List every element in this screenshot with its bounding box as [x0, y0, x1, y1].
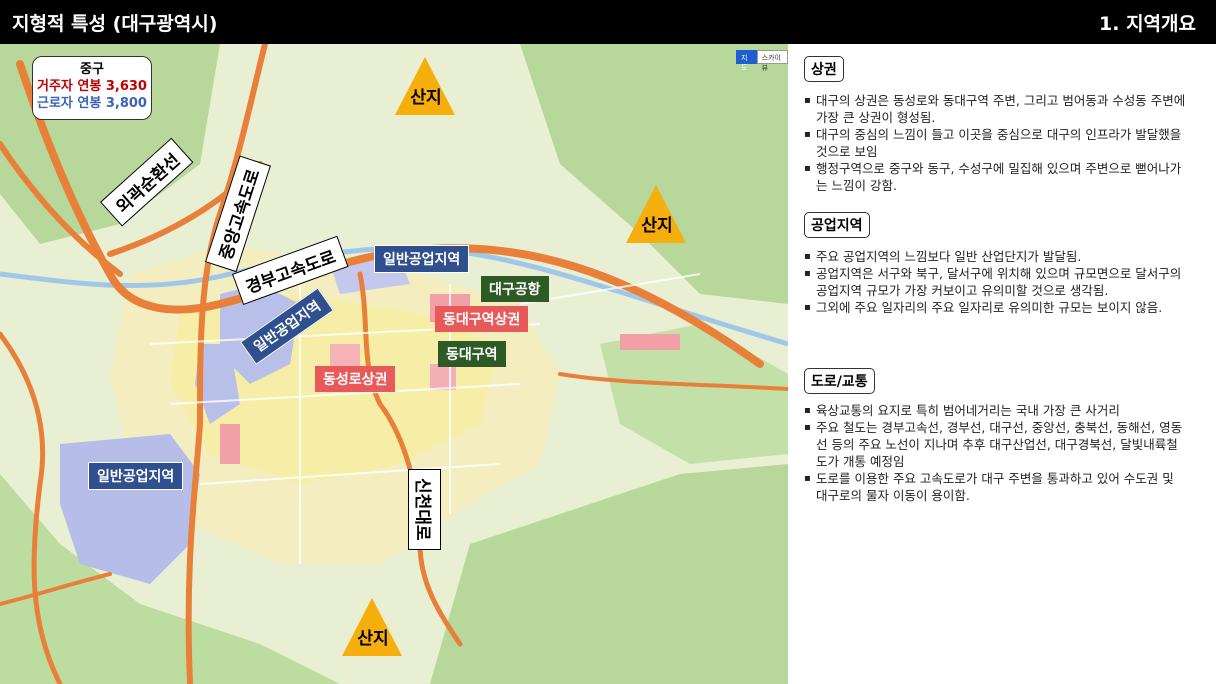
list-item: 주요 철도는 경부고속선, 경부선, 대구선, 중앙선, 충북선, 동해선, 영… — [804, 419, 1189, 470]
section-title-industrial: 공업지역 — [804, 212, 870, 238]
list-item: 공업지역은 서구와 북구, 달서구에 위치해 있으며 규모면으로 달서구의 공업… — [804, 265, 1189, 299]
mountain-label-east: 산지 — [641, 216, 673, 236]
east-daegu-station-commercial-label: 동대구역상권 — [435, 306, 529, 332]
list-item: 육상교통의 요지로 특히 범어네거리는 국내 가장 큰 사거리 — [804, 402, 1189, 419]
section-title-transport: 도로/교통 — [804, 368, 875, 394]
industrial-zone-label-southwest: 일반공업지역 — [88, 462, 184, 490]
list-item: 주요 공업지역의 느낌보다 일반 산업단지가 발달됨. — [804, 248, 1189, 265]
map-type-controls: 지도 스카이뷰 — [736, 50, 788, 72]
page-title: 지형적 특성 (대구광역시) — [12, 13, 218, 35]
list-item: 대구의 상권은 동성로와 동대구역 주변, 그리고 범어동과 수성동 주변에 가… — [804, 92, 1189, 126]
transport-bullet-list: 육상교통의 요지로 특히 범어네거리는 국내 가장 큰 사거리 주요 철도는 경… — [804, 402, 1189, 504]
mountain-label-north: 산지 — [410, 88, 442, 108]
worker-salary: 근로자 연봉 3,800 — [37, 96, 147, 111]
junggu-salary-box: 중구 거주자 연봉 3,630 근로자 연봉 3,800 — [32, 56, 152, 120]
section-title-commercial: 상권 — [804, 56, 844, 82]
list-item: 그외에 주요 일자리의 주요 일자리로 유의미한 규모는 보이지 않음. — [804, 299, 1189, 316]
dongseongro-commercial-label: 동성로상권 — [315, 366, 396, 392]
map-type-skyview-button[interactable]: 스카이뷰 — [756, 50, 788, 72]
east-daegu-station-label: 동대구역 — [438, 341, 506, 367]
header-bar: 지형적 특성 (대구광역시) 1. 지역개요 — [0, 0, 1216, 44]
map-view[interactable]: 지도 스카이뷰 중구 거주자 연봉 3,630 근로자 연봉 3,800 산지 … — [0, 44, 788, 684]
map-type-map-button[interactable]: 지도 — [736, 50, 757, 72]
sincheon-road-label: 신천대로 — [408, 469, 441, 550]
list-item: 대구의 중심의 느낌이 들고 이곳을 중심으로 대구의 인프라가 발달했을 것으… — [804, 126, 1189, 160]
commercial-bullet-list: 대구의 상권은 동성로와 동대구역 주변, 그리고 범어동과 수성동 주변에 가… — [804, 92, 1189, 194]
mountain-label-south: 산지 — [357, 629, 389, 649]
section-label: 1. 지역개요 — [1099, 13, 1196, 35]
list-item: 도로를 이용한 주요 고속도로가 대구 주변을 통과하고 있어 수도권 및 대구… — [804, 470, 1189, 504]
resident-salary: 거주자 연봉 3,630 — [37, 79, 147, 94]
daegu-airport-label: 대구공항 — [481, 276, 549, 302]
list-item: 행정구역으로 중구와 동구, 수성구에 밀집해 있으며 주변으로 뻗어나가는 느… — [804, 160, 1189, 194]
industrial-bullet-list: 주요 공업지역의 느낌보다 일반 산업단지가 발달됨. 공업지역은 서구와 북구… — [804, 248, 1189, 316]
map-background — [0, 44, 788, 684]
industrial-zone-label-north: 일반공업지역 — [374, 245, 470, 273]
district-name: 중구 — [80, 62, 104, 77]
